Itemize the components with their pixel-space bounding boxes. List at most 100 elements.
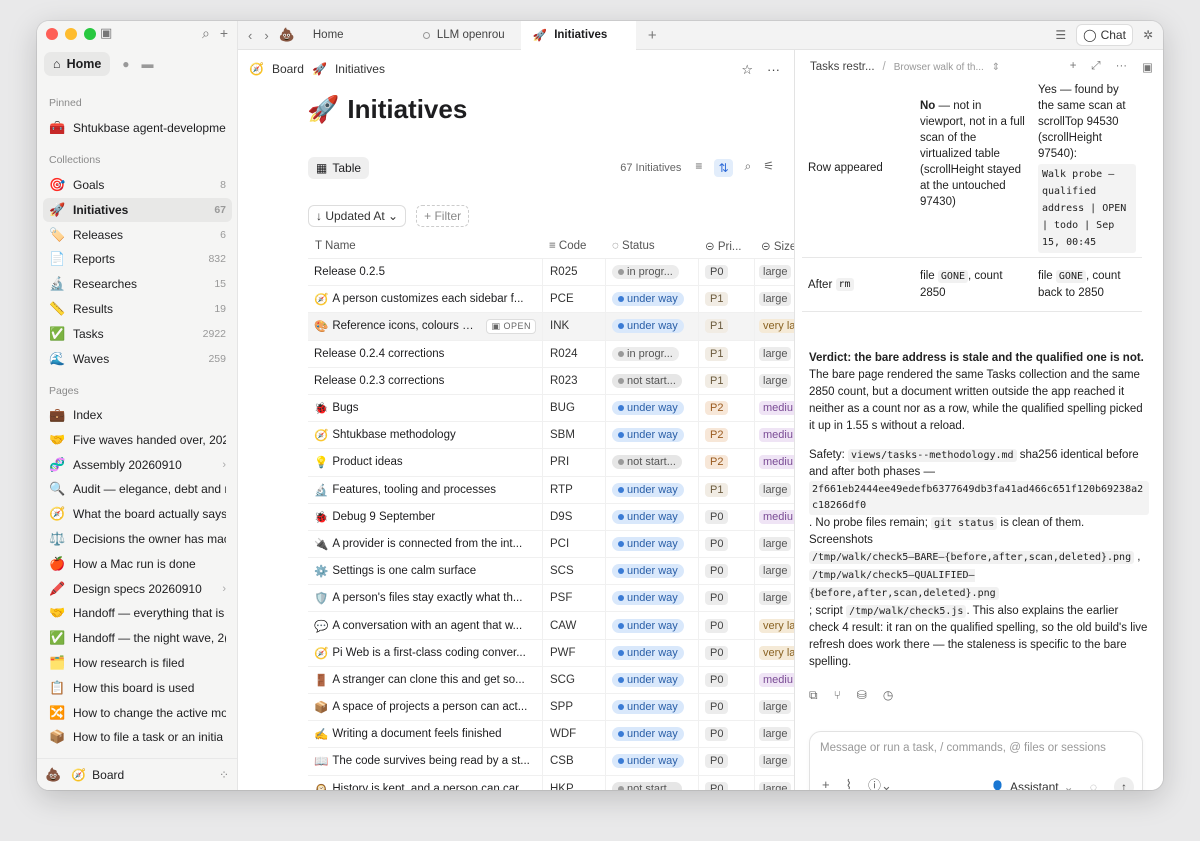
- more-icon[interactable]: ···: [767, 62, 780, 78]
- cell-code[interactable]: SCS: [542, 558, 605, 585]
- forward-arrow-icon[interactable]: ›: [264, 28, 268, 43]
- cell-size[interactable]: large: [754, 367, 794, 394]
- cell-size[interactable]: mediu: [754, 503, 794, 530]
- cell-status[interactable]: under way: [605, 530, 698, 558]
- cell-status[interactable]: not start...: [605, 367, 698, 394]
- cell-code[interactable]: WDF: [542, 721, 605, 748]
- new-chat-icon[interactable]: +: [1070, 60, 1077, 74]
- tab-llm[interactable]: LLM openrou: [411, 21, 521, 50]
- table-row[interactable]: 💬 A conversation with an agent that w... C…: [308, 612, 794, 640]
- home-button[interactable]: ⌂ Home: [44, 52, 111, 76]
- cell-code[interactable]: PCE: [542, 286, 605, 313]
- cell-name[interactable]: 🔬 Features, tooling and processes: [308, 483, 542, 497]
- cell-name[interactable]: 🚪 A stranger can clone this and get so...: [308, 673, 542, 687]
- cell-name[interactable]: 🧭 A person customizes each sidebar f...: [308, 292, 542, 306]
- zoom-window-button[interactable]: [84, 28, 96, 40]
- cell-name[interactable]: 🐞 Bugs: [308, 401, 542, 415]
- sidebar-page-item[interactable]: ⚖️ Decisions the owner has mac: [43, 527, 232, 551]
- cell-code[interactable]: CSB: [542, 748, 605, 775]
- table-row[interactable]: 🧭 Pi Web is a first-class coding conver..…: [308, 639, 794, 667]
- cell-name[interactable]: 📦 A space of projects a person can act...: [308, 700, 542, 714]
- cell-code[interactable]: INK: [542, 313, 605, 340]
- cell-status[interactable]: in progr...: [605, 259, 698, 286]
- send-button[interactable]: ↑: [1114, 777, 1134, 790]
- table-row[interactable]: ✍️ Writing a document feels finished WDF un…: [308, 721, 794, 749]
- cell-code[interactable]: SPP: [542, 694, 605, 721]
- cell-name[interactable]: 💬 A conversation with an agent that w...: [308, 619, 542, 633]
- cell-size[interactable]: large: [754, 694, 794, 721]
- back-arrow-icon[interactable]: ‹: [248, 28, 252, 43]
- board-switcher[interactable]: 🧭 Board: [71, 768, 124, 782]
- sort-icon[interactable]: ⇅: [714, 159, 733, 177]
- database-icon[interactable]: ⛁: [857, 688, 867, 703]
- table-row[interactable]: 🧭 A person customizes each sidebar f... PC…: [308, 286, 794, 314]
- cell-code[interactable]: PWF: [542, 639, 605, 666]
- table-row[interactable]: 🐞 Bugs BUG under way P2 mediu: [308, 394, 794, 423]
- cell-priority[interactable]: P0: [698, 530, 754, 558]
- settings-sliders-icon[interactable]: ⚟: [763, 159, 774, 177]
- cell-size[interactable]: large: [754, 340, 794, 367]
- cell-status[interactable]: under way: [605, 694, 698, 721]
- cell-status[interactable]: under way: [605, 558, 698, 585]
- cell-name[interactable]: Release 0.2.3 corrections: [308, 375, 542, 387]
- cell-priority[interactable]: P2: [698, 422, 754, 449]
- column-priority[interactable]: ⊝ Pri...: [698, 239, 754, 253]
- sidebar-page-item[interactable]: ✅ Handoff — the night wave, 2(: [43, 626, 232, 650]
- folder-icon[interactable]: ▬: [142, 57, 154, 71]
- search-icon[interactable]: ⌕: [202, 25, 210, 42]
- cell-size[interactable]: very la: [754, 639, 794, 666]
- sidebar-item-researches[interactable]: 🔬 Researches 15: [43, 272, 232, 296]
- cell-code[interactable]: SBM: [542, 422, 605, 449]
- workspace-avatar-icon[interactable]: 💩: [45, 767, 61, 783]
- breadcrumb-page[interactable]: Initiatives: [335, 62, 385, 76]
- cell-code[interactable]: R024: [542, 340, 605, 367]
- cell-code[interactable]: CAW: [542, 612, 605, 639]
- cell-code[interactable]: HKP: [542, 775, 605, 790]
- cell-name[interactable]: 🛡️ A person's files stay exactly what th.…: [308, 591, 542, 605]
- cell-code[interactable]: PSF: [542, 585, 605, 612]
- sidebar-item-reports[interactable]: 📄 Reports 832: [43, 247, 232, 271]
- cell-size[interactable]: mediu: [754, 666, 794, 693]
- copy-icon[interactable]: ⧉: [809, 688, 818, 703]
- message-composer[interactable]: Message or run a task, / commands, @ fil…: [809, 731, 1143, 790]
- cell-name[interactable]: ⚙️ Settings is one calm surface: [308, 564, 542, 578]
- cell-priority[interactable]: P0: [698, 748, 754, 775]
- cell-code[interactable]: PRI: [542, 449, 605, 476]
- cell-status[interactable]: under way: [605, 503, 698, 530]
- history-icon[interactable]: ◷: [883, 688, 893, 703]
- cell-name[interactable]: ✍️ Writing a document feels finished: [308, 727, 542, 741]
- sidebar-page-item[interactable]: 💼 Index: [43, 403, 232, 427]
- sidebar-page-item[interactable]: 🗂️ How research is filed: [43, 651, 232, 675]
- chevron-updown-icon[interactable]: ⇕: [992, 62, 1000, 73]
- sidebar-item-results[interactable]: 📏 Results 19: [43, 297, 232, 321]
- cell-status[interactable]: under way: [605, 639, 698, 666]
- more-icon[interactable]: ···: [1116, 60, 1128, 74]
- cell-size[interactable]: mediu: [754, 422, 794, 449]
- table-row[interactable]: 🔌 A provider is connected from the int...…: [308, 530, 794, 559]
- sidebar-page-item[interactable]: 🤝 Handoff — everything that is: [43, 601, 232, 625]
- star-icon[interactable]: ☆: [741, 62, 753, 78]
- sort-chip[interactable]: ↓ Updated At ⌄: [308, 205, 407, 227]
- sidebar-page-item[interactable]: 🔀 How to change the active mo: [43, 701, 232, 725]
- sidebar-item-goals[interactable]: 🎯 Goals 8: [43, 173, 232, 197]
- sidebar-item-initiatives[interactable]: 🚀 Initiatives 67: [43, 197, 232, 222]
- open-row-button[interactable]: ▣ OPEN: [486, 318, 536, 334]
- chevron-right-icon[interactable]: ›: [222, 459, 226, 471]
- cell-code[interactable]: BUG: [542, 394, 605, 422]
- cell-priority[interactable]: P0: [698, 666, 754, 693]
- cell-priority[interactable]: P1: [698, 286, 754, 313]
- workspace-icon[interactable]: 💩: [279, 27, 295, 43]
- cell-priority[interactable]: P0: [698, 585, 754, 612]
- cell-code[interactable]: PCI: [542, 530, 605, 558]
- cell-name[interactable]: 🧭 Shtukbase methodology: [308, 428, 542, 442]
- cell-size[interactable]: large: [754, 530, 794, 558]
- column-code[interactable]: ≡ Code: [542, 240, 605, 252]
- column-size[interactable]: ⊝ Size: [754, 239, 794, 253]
- cell-name[interactable]: Release 0.2.5: [308, 266, 542, 278]
- cell-size[interactable]: very la: [754, 313, 794, 340]
- new-tab-button[interactable]: +: [636, 27, 669, 44]
- cell-priority[interactable]: P0: [698, 775, 754, 790]
- cell-code[interactable]: RTP: [542, 476, 605, 503]
- cell-status[interactable]: under way: [605, 721, 698, 748]
- cell-status[interactable]: under way: [605, 286, 698, 313]
